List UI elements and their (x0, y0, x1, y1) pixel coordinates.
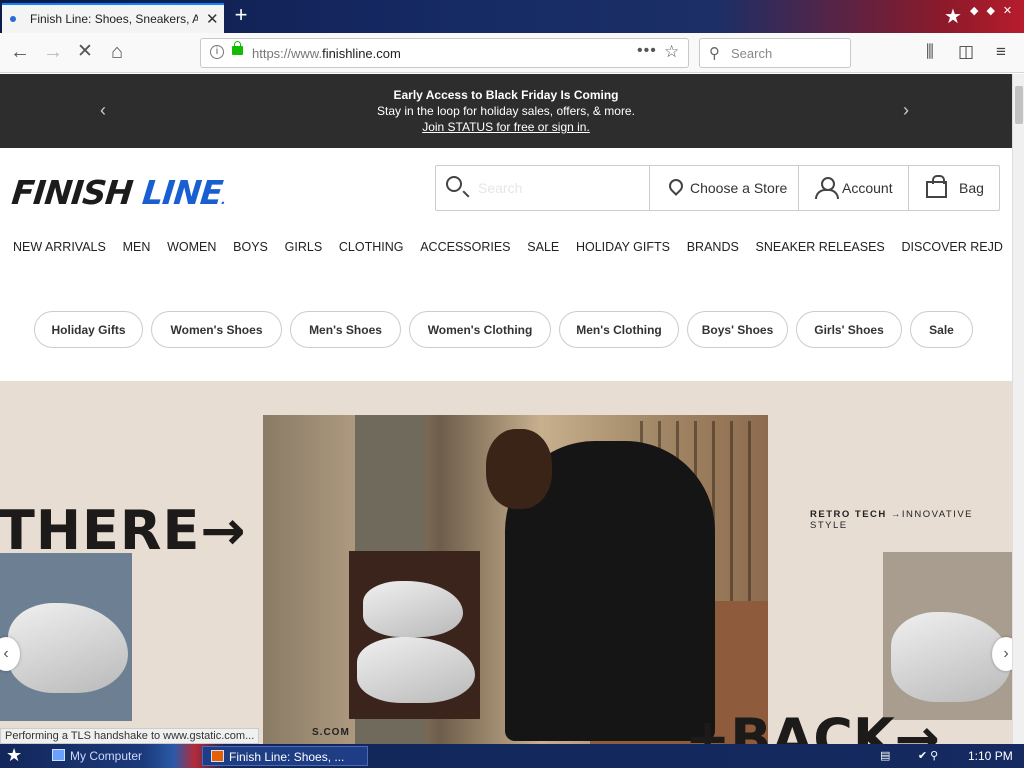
pill-mens-clothing[interactable]: Men's Clothing (559, 311, 679, 348)
lock-icon (232, 41, 243, 55)
stop-icon[interactable]: ✕ (73, 41, 97, 65)
browser-search-placeholder: Search (731, 46, 773, 61)
nav-women[interactable]: WOMEN (167, 240, 216, 254)
system-tray[interactable]: ▤ ✔ ⚲ (880, 749, 938, 762)
sneaker-middle-top (363, 581, 463, 637)
tab-title: Finish Line: Shoes, Sneakers, Athl (30, 12, 198, 26)
window-controls[interactable]: ◆◆✕ (970, 4, 1020, 17)
pill-mens-shoes[interactable]: Men's Shoes (290, 311, 401, 348)
nav-boys[interactable]: BOYS (233, 240, 268, 254)
site-search-placeholder: Search (478, 180, 523, 196)
taskbar-my-computer[interactable]: My Computer (44, 746, 194, 766)
url-text[interactable]: https://www.finishline.com (252, 46, 401, 61)
main-nav: NEW ARRIVALS MEN WOMEN BOYS GIRLS CLOTHI… (13, 240, 1003, 254)
taskbar-firefox-window[interactable]: Finish Line: Shoes, ... (202, 746, 368, 766)
back-arrow-icon[interactable]: ← (8, 41, 32, 65)
hero-banner[interactable]: THERE→ RETRO TECH →INNOVATIVE STYLE +BAC… (0, 381, 1012, 744)
pill-sale[interactable]: Sale (910, 311, 973, 348)
info-icon[interactable]: i (210, 45, 224, 59)
page-actions-icon[interactable]: ••• (637, 42, 657, 60)
scrollbar-thumb[interactable] (1015, 86, 1023, 124)
hero-next-arrow-icon[interactable]: › (992, 637, 1012, 671)
hero-headline-bottom: +BACK→ (685, 707, 940, 744)
site-header-bar: Search Choose a Store Account Bag (435, 165, 1000, 211)
promo-next-icon[interactable]: › (903, 100, 909, 121)
computer-icon (52, 749, 65, 761)
nav-sale[interactable]: SALE (527, 240, 559, 254)
search-icon (446, 176, 462, 192)
hero-small-url: S.COM (312, 727, 350, 738)
sneaker-left (8, 603, 128, 693)
search-icon: ⚲ (709, 45, 720, 62)
browser-search-input[interactable]: ⚲ Search (699, 38, 851, 68)
window-star-icon: ★ (944, 6, 962, 28)
forward-arrow-icon[interactable]: → (41, 41, 65, 65)
tab-favicon-icon (10, 16, 16, 22)
hero-shoe-image-middle (349, 551, 480, 719)
finish-line-logo[interactable]: FINISH LINE. (10, 173, 228, 212)
new-tab-button[interactable]: + (229, 4, 253, 28)
account-button[interactable]: Account (799, 166, 909, 210)
site-search-input[interactable]: Search (436, 166, 650, 210)
tab-close-icon[interactable]: ✕ (206, 10, 219, 28)
nav-new-arrivals[interactable]: NEW ARRIVALS (13, 240, 106, 254)
home-icon[interactable]: ⌂ (105, 41, 129, 65)
hero-tagline: RETRO TECH →INNOVATIVE STYLE (810, 509, 974, 531)
bag-button[interactable]: Bag (909, 166, 999, 210)
promo-join-link[interactable]: Join STATUS for free or sign in. (0, 120, 1012, 134)
menu-icon[interactable]: ≡ (996, 42, 1006, 62)
start-star-icon[interactable]: ★ (6, 745, 22, 766)
taskbar-clock: 1:10 PM (968, 749, 1013, 763)
nav-holiday-gifts[interactable]: HOLIDAY GIFTS (576, 240, 670, 254)
promo-headline: Early Access to Black Friday Is Coming (393, 88, 619, 102)
browser-tab-bar: Finish Line: Shoes, Sneakers, Athl ✕ + ★… (0, 0, 1024, 33)
browser-tab[interactable]: Finish Line: Shoes, Sneakers, Athl ✕ (2, 3, 224, 33)
url-bar[interactable]: i https://www.finishline.com ••• ☆ (200, 38, 689, 68)
pill-boys-shoes[interactable]: Boys' Shoes (687, 311, 788, 348)
hero-shoe-image-left (0, 553, 132, 721)
browser-status-text: Performing a TLS handshake to www.gstati… (0, 728, 260, 744)
pill-womens-clothing[interactable]: Women's Clothing (409, 311, 551, 348)
sidebar-icon[interactable]: ◫ (958, 42, 974, 62)
library-icon[interactable]: ⫼ (926, 42, 934, 62)
page-scrollbar[interactable] (1012, 74, 1024, 744)
nav-discover-rejd[interactable]: DISCOVER REJD (902, 240, 1003, 254)
pill-womens-shoes[interactable]: Women's Shoes (151, 311, 282, 348)
category-pills: Holiday Gifts Women's Shoes Men's Shoes … (34, 311, 973, 348)
nav-sneaker-releases[interactable]: SNEAKER RELEASES (756, 240, 885, 254)
bookmark-star-icon[interactable]: ☆ (664, 42, 679, 62)
pill-holiday-gifts[interactable]: Holiday Gifts (34, 311, 143, 348)
nav-accessories[interactable]: ACCESSORIES (420, 240, 510, 254)
location-pin-icon (666, 176, 686, 196)
choose-store-button[interactable]: Choose a Store (650, 166, 799, 210)
user-icon (815, 177, 839, 199)
sneaker-middle-bottom (357, 637, 475, 703)
pill-girls-shoes[interactable]: Girls' Shoes (796, 311, 902, 348)
nav-men[interactable]: MEN (123, 240, 151, 254)
promo-subtext: Stay in the loop for holiday sales, offe… (377, 104, 635, 118)
shopping-bag-icon (926, 175, 947, 198)
hero-model-head (486, 429, 552, 509)
promo-banner: ‹ Early Access to Black Friday Is Coming… (0, 74, 1012, 148)
browser-nav-bar: ← → ✕ ⌂ i https://www.finishline.com •••… (0, 33, 1024, 73)
nav-clothing[interactable]: CLOTHING (339, 240, 404, 254)
hero-shoe-image-right (883, 552, 1012, 720)
firefox-icon (211, 750, 224, 762)
nav-girls[interactable]: GIRLS (285, 240, 323, 254)
page-viewport: ‹ Early Access to Black Friday Is Coming… (0, 74, 1012, 744)
os-taskbar: ★ My Computer Finish Line: Shoes, ... ▤ … (0, 744, 1024, 768)
nav-brands[interactable]: BRANDS (687, 240, 739, 254)
